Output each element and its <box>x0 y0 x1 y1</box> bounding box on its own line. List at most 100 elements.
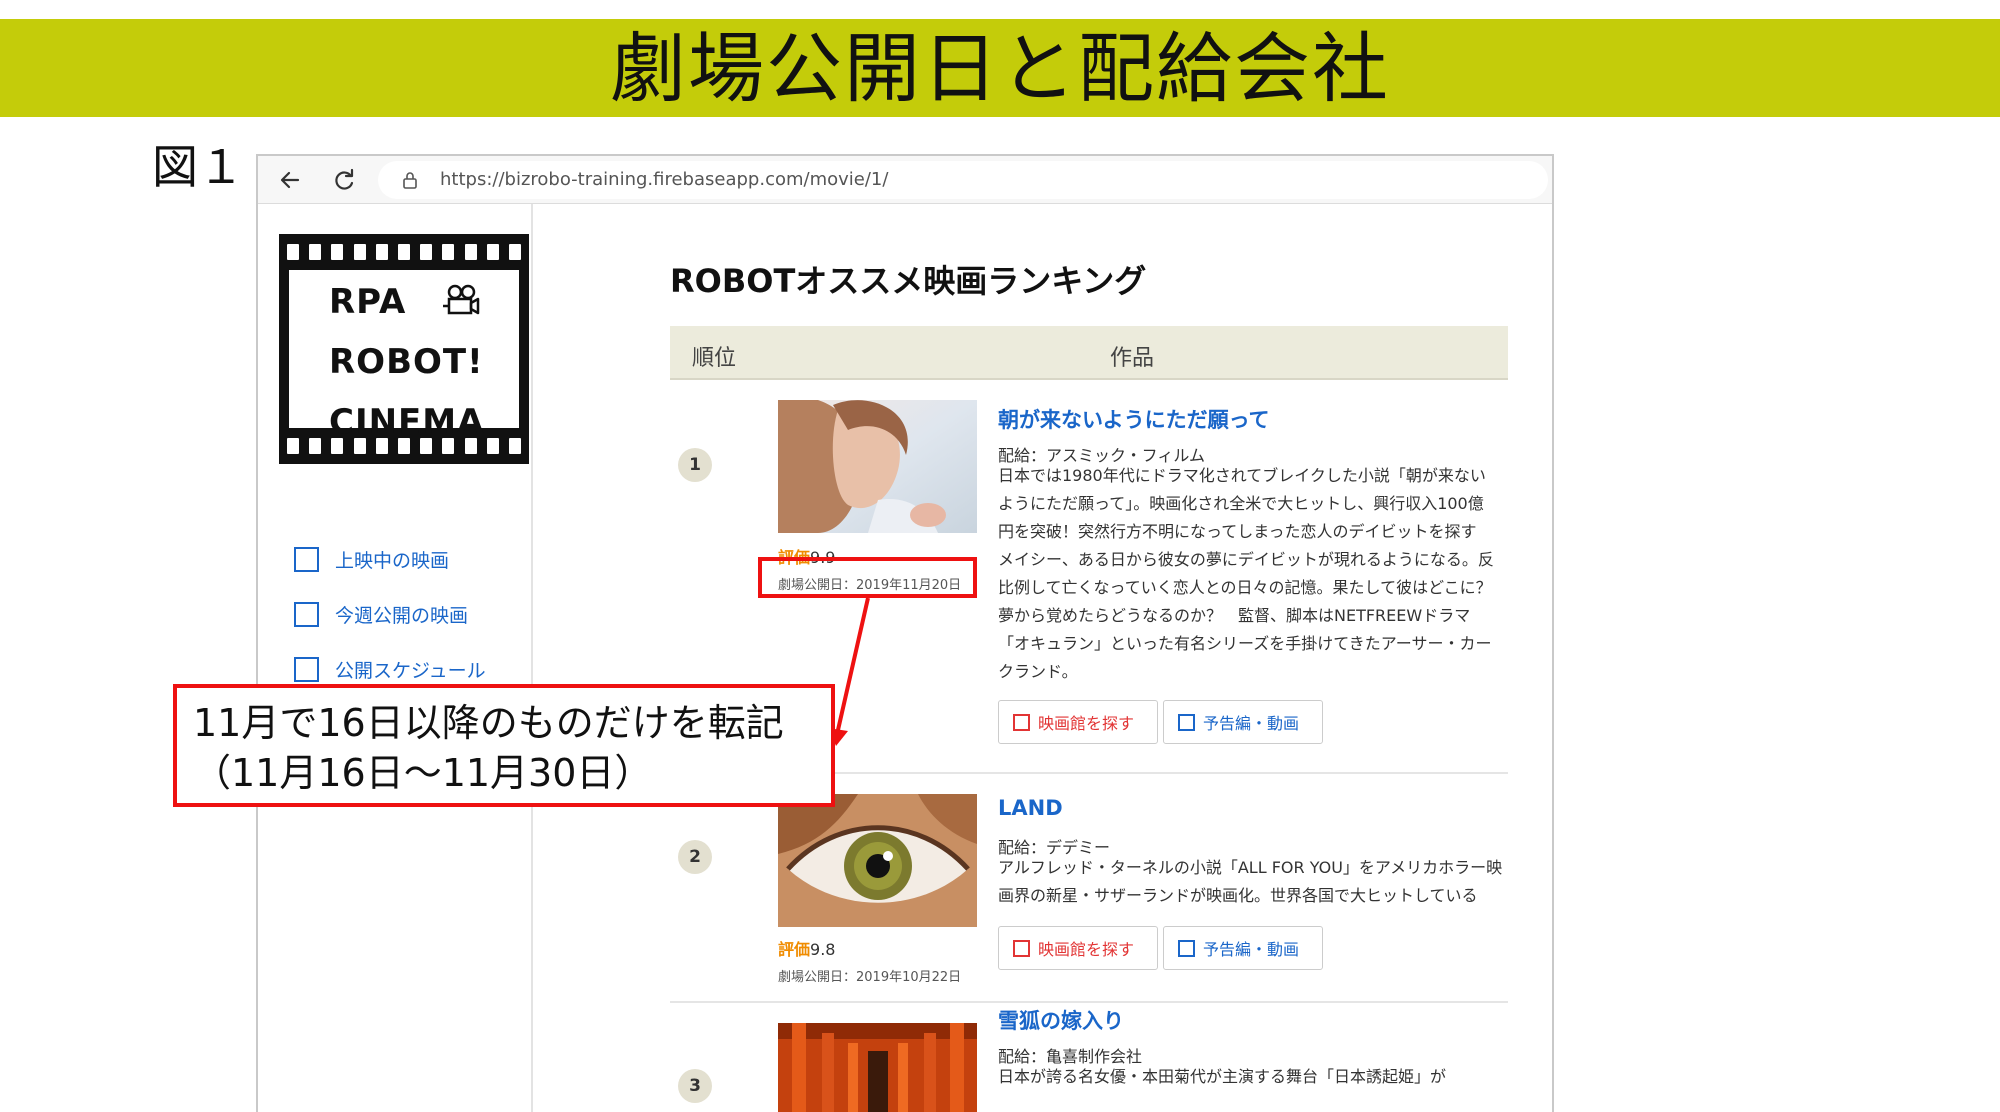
sidebar-item-this-week[interactable]: 今週公開の映画 <box>294 599 468 629</box>
figure-label: 図１ <box>152 140 244 194</box>
release-date: 劇場公開日：2019年10月22日 <box>778 970 962 985</box>
movie-thumbnail[interactable] <box>778 400 977 533</box>
film-hole <box>442 244 455 260</box>
film-hole <box>353 244 366 260</box>
film-hole <box>309 438 322 454</box>
movie-description: アルフレッド・ターネルの小説「ALL FOR YOU」をアメリカホラー映 画界の… <box>998 854 1510 910</box>
description-line: ようにただ願って」。映画化され全米で大ヒットし、興行収入100億 <box>998 494 1484 513</box>
table-header: 順位 作品 <box>670 326 1508 380</box>
movie-title-link[interactable]: LAND <box>998 796 1063 820</box>
browser-window: https://bizrobo-training.firebaseapp.com… <box>256 154 1554 1112</box>
table-row: 2 評価9.8 劇場公開日：2019年10月22日 LAND 配給：デデミー ア… <box>670 774 1508 1003</box>
lock-icon <box>403 172 417 189</box>
description-line: 日本が誇る名女優・本田菊代が主演する舞台「日本誘起姫」が <box>998 1067 1447 1086</box>
site-logo[interactable]: RPA ROBOT! CINEMA <box>279 234 529 464</box>
browser-toolbar: https://bizrobo-training.firebaseapp.com… <box>258 156 1552 204</box>
film-hole <box>442 438 455 454</box>
woman-photo-thumbnail <box>778 400 977 533</box>
trailer-button[interactable]: 予告編・動画 <box>1163 926 1323 970</box>
table-row: 3 雪狐の嫁入り 配給：亀喜制作会社 日本が誇る名女優・本田菊代が主演する舞台「… <box>670 1003 1508 1112</box>
movie-thumbnail[interactable] <box>778 1023 977 1112</box>
description-line: 「オキュラン」といった有名シリーズを手掛けてきたアーサー・カー <box>998 634 1492 653</box>
rank-badge: 1 <box>678 448 712 482</box>
checkbox-icon <box>294 601 319 627</box>
reload-icon[interactable] <box>328 164 360 196</box>
sidebar-item-schedule[interactable]: 公開スケジュール <box>294 654 486 684</box>
trailer-button[interactable]: 予告編・動画 <box>1163 700 1323 744</box>
film-holes-bottom <box>287 438 521 454</box>
callout-line-1: 11月で16日以降のものだけを転記 <box>193 701 784 745</box>
checkbox-icon <box>294 656 319 682</box>
film-hole <box>486 244 499 260</box>
checkbox-icon <box>1178 713 1195 731</box>
description-line: メイシー、ある日から彼女の夢にデイビットが現れるようになる。反 <box>998 550 1494 569</box>
column-header-rank: 順位 <box>692 346 737 371</box>
film-hole <box>287 438 299 454</box>
movie-description: 日本が誇る名女優・本田菊代が主演する舞台「日本誘起姫」が <box>998 1063 1510 1091</box>
film-hole <box>331 244 344 260</box>
film-hole <box>397 244 410 260</box>
logo-line-1: RPA <box>329 282 407 322</box>
url-text: https://bizrobo-training.firebaseapp.com… <box>440 169 889 190</box>
address-bar[interactable]: https://bizrobo-training.firebaseapp.com… <box>378 161 1548 199</box>
film-hole <box>420 438 433 454</box>
torii-gates-photo-thumbnail <box>778 1023 977 1112</box>
film-hole <box>464 438 477 454</box>
button-label: 予告編・動画 <box>1203 940 1300 959</box>
description-line: 円を突破！突然行方不明になってしまった恋人のデイビットを探す <box>998 522 1477 541</box>
slide-title: 劇場公開日と配給会社 <box>610 24 1390 113</box>
film-hole <box>508 244 521 260</box>
logo-line-2: ROBOT! <box>329 342 484 382</box>
film-hole <box>353 438 366 454</box>
callout-line-2: （11月16日～11月30日） <box>193 751 653 795</box>
find-theater-button[interactable]: 映画館を探す <box>998 926 1158 970</box>
button-label: 予告編・動画 <box>1203 714 1300 733</box>
film-hole <box>420 244 433 260</box>
movie-title-link[interactable]: 朝が来ないようにただ願って <box>998 404 1270 434</box>
film-hole <box>331 438 344 454</box>
movie-thumbnail[interactable] <box>778 794 977 927</box>
logo-line-3: CINEMA <box>329 402 485 442</box>
film-hole <box>508 438 521 454</box>
description-line: 画界の新星・サザーランドが映画化。世界各国で大ヒットしている <box>998 886 1478 905</box>
film-hole <box>486 438 499 454</box>
checkbox-icon <box>1013 713 1030 731</box>
button-label: 映画館を探す <box>1038 714 1135 733</box>
sidebar-item-label: 公開スケジュール <box>335 659 486 682</box>
film-hole <box>309 244 322 260</box>
score-value: 9.8 <box>810 940 836 959</box>
film-hole <box>375 438 388 454</box>
column-header-work: 作品 <box>1110 346 1155 371</box>
find-theater-button[interactable]: 映画館を探す <box>998 700 1158 744</box>
film-hole <box>375 244 388 260</box>
release-date-highlight <box>758 557 977 598</box>
annotation-callout: 11月で16日以降のものだけを転記 （11月16日～11月30日） <box>173 684 835 807</box>
main-content: ROBOTオススメ映画ランキング 順位 作品 1 評価9.9 劇場公開日：201… <box>670 204 1510 1112</box>
sidebar: RPA ROBOT! CINEMA 上映中の映画 今週公開の映画 公開スケジュー… <box>258 204 533 1112</box>
sidebar-item-now-showing[interactable]: 上映中の映画 <box>294 544 449 574</box>
sidebar-item-label: 上映中の映画 <box>335 549 450 572</box>
page-title: ROBOTオススメ映画ランキング <box>670 262 1147 300</box>
rank-badge: 3 <box>678 1069 712 1103</box>
movie-title-link[interactable]: 雪狐の嫁入り <box>998 1005 1124 1035</box>
back-arrow-icon[interactable] <box>274 164 306 196</box>
movie-description: 日本では1980年代にドラマ化されてブレイクした小説「朝が来ない ようにただ願っ… <box>998 462 1510 686</box>
description-line: アルフレッド・ターネルの小説「ALL FOR YOU」をアメリカホラー映 <box>998 858 1503 877</box>
rank-badge: 2 <box>678 840 712 874</box>
sidebar-item-label: 今週公開の映画 <box>335 604 469 627</box>
description-line: 比例して亡くなっていく恋人との日々の記憶。果たして彼はどこに？ <box>998 578 1492 597</box>
score-label: 評価 <box>778 940 811 959</box>
slide-title-bar: 劇場公開日と配給会社 <box>0 19 2000 117</box>
description-line: 日本では1980年代にドラマ化されてブレイクした小説「朝が来ない <box>998 466 1486 485</box>
film-hole <box>287 244 299 260</box>
film-hole <box>397 438 410 454</box>
film-holes-top <box>287 244 521 260</box>
score: 評価9.8 <box>778 936 835 960</box>
description-line: クランド。 <box>998 662 1078 681</box>
logo-screen: RPA ROBOT! CINEMA <box>289 270 519 440</box>
checkbox-icon <box>294 546 319 572</box>
description-line: 夢から覚めたらどうなるのか？ 監督、脚本はNETFREEWドラマ <box>998 606 1471 625</box>
checkbox-icon <box>1013 939 1030 957</box>
button-label: 映画館を探す <box>1038 940 1135 959</box>
eye-photo-thumbnail <box>778 794 977 927</box>
